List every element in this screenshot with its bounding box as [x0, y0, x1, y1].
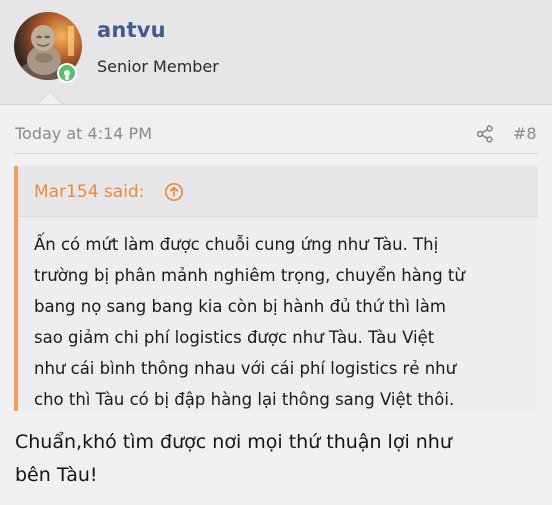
avatar-container[interactable] — [14, 12, 84, 83]
user-title: Senior Member — [97, 57, 219, 76]
online-status-badge — [57, 63, 77, 83]
online-status-icon — [59, 65, 75, 81]
quote-author-link[interactable]: Mar154 said: — [34, 182, 144, 202]
post-timestamp[interactable]: Today at 4:14 PM — [15, 124, 152, 143]
username-link[interactable]: antvu — [97, 18, 166, 42]
post-reply-text: Chuẩn,khó tìm được nơi mọi thứ thuận lợi… — [15, 431, 452, 486]
post-meta-row: Today at 4:14 PM #8 — [0, 124, 552, 146]
share-icon[interactable] — [476, 125, 494, 143]
quote-body: Ấn có mứt làm được chuỗi cung ứng như Tà… — [18, 216, 538, 412]
post-number-link[interactable]: #8 — [513, 124, 537, 143]
post-divider — [14, 153, 538, 154]
arrow-up-circle-icon[interactable] — [164, 182, 184, 202]
quote-header: Mar154 said: — [18, 166, 538, 216]
quote-block: Mar154 said: Ấn có mứt làm được chuỗi cu… — [14, 166, 538, 412]
header-caret — [38, 92, 62, 104]
quote-text: Ấn có mứt làm được chuỗi cung ứng như Tà… — [34, 235, 465, 409]
post-author-header: antvu Senior Member — [0, 0, 552, 105]
